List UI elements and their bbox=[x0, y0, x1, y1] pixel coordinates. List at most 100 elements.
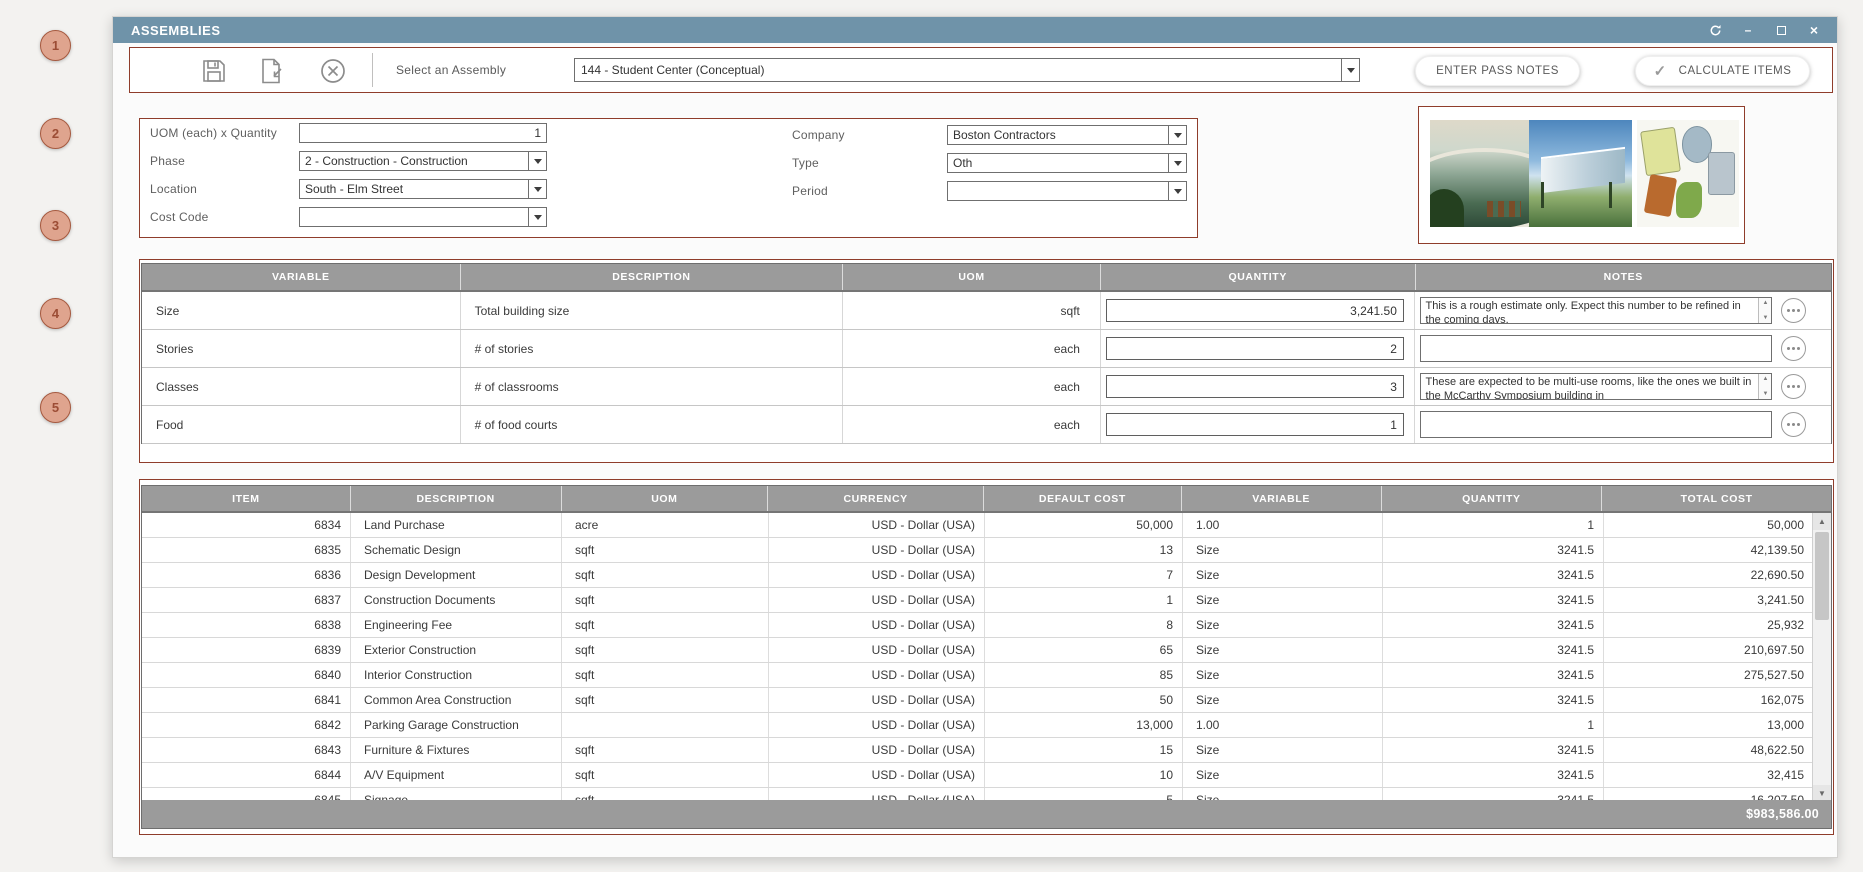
notes-ellipsis-button[interactable] bbox=[1781, 412, 1807, 437]
item-row-6835[interactable]: 6835 Schematic Design sqft USD - Dollar (US… bbox=[142, 538, 1814, 563]
export-document-icon[interactable] bbox=[257, 57, 285, 85]
items-scrollbar[interactable]: ▲ ▼ bbox=[1812, 513, 1831, 802]
assembly-dropdown[interactable]: 144 - Student Center (Conceptual) bbox=[574, 58, 1360, 82]
cost-code-select-arrow[interactable] bbox=[528, 208, 546, 226]
variable-quantity-input[interactable] bbox=[1105, 299, 1404, 322]
item-cell: 6839 bbox=[142, 638, 351, 662]
item-cell: 162,075 bbox=[1604, 688, 1814, 712]
item-cell: 10 bbox=[985, 763, 1183, 787]
maximize-button[interactable] bbox=[1774, 23, 1788, 37]
item-cell: 13,000 bbox=[1604, 713, 1814, 737]
type-select[interactable]: Oth bbox=[947, 153, 1187, 173]
variable-description: # of classrooms bbox=[461, 368, 844, 405]
item-row-6840[interactable]: 6840 Interior Construction sqft USD - Dolla… bbox=[142, 663, 1814, 688]
chevron-down-icon bbox=[1173, 132, 1182, 138]
item-cell: 210,697.50 bbox=[1604, 638, 1814, 662]
period-select-arrow[interactable] bbox=[1168, 182, 1186, 200]
item-cell: Furniture & Fixtures bbox=[351, 738, 562, 762]
variable-quantity-input[interactable] bbox=[1105, 337, 1404, 360]
column-header-total-cost: TOTAL COST bbox=[1680, 492, 1753, 505]
variable-row-stories: Stories # of stories each bbox=[142, 330, 1831, 368]
phase-select[interactable]: 2 - Construction - Construction bbox=[299, 151, 547, 171]
item-row-6836[interactable]: 6836 Design Development sqft USD - Dollar (… bbox=[142, 563, 1814, 588]
refresh-icon[interactable] bbox=[1708, 23, 1722, 37]
item-cell: 3241.5 bbox=[1383, 763, 1604, 787]
variable-notes-input[interactable]: These are expected to be multi-use rooms… bbox=[1420, 373, 1773, 400]
column-header-description: DESCRIPTION bbox=[461, 264, 844, 290]
item-cell: 3241.5 bbox=[1383, 613, 1604, 637]
item-cell: Size bbox=[1183, 613, 1383, 637]
variable-notes-text: These are expected to be multi-use rooms… bbox=[1425, 376, 1752, 400]
minimize-button[interactable]: – bbox=[1741, 23, 1755, 37]
floor-plan-drawing bbox=[1637, 120, 1739, 227]
item-row-6841[interactable]: 6841 Common Area Construction sqft USD - Do… bbox=[142, 688, 1814, 713]
variable-uom: each bbox=[843, 330, 1101, 367]
scroll-up-icon[interactable]: ▲ bbox=[1763, 376, 1769, 382]
item-cell: Exterior Construction bbox=[351, 638, 562, 662]
item-cell: 6841 bbox=[142, 688, 351, 712]
item-row-6838[interactable]: 6838 Engineering Fee sqft USD - Dollar (USA… bbox=[142, 613, 1814, 638]
scroll-down-icon[interactable]: ▼ bbox=[1763, 315, 1769, 321]
variables-section: VARIABLE DESCRIPTION UOM QUANTITY NOTES Size… bbox=[139, 259, 1834, 463]
notes-ellipsis-button[interactable] bbox=[1781, 336, 1807, 361]
item-row-6844[interactable]: 6844 A/V Equipment sqft USD - Dollar (USA) 1… bbox=[142, 763, 1814, 788]
item-row-6837[interactable]: 6837 Construction Documents sqft USD - Doll… bbox=[142, 588, 1814, 613]
items-section: ITEM DESCRIPTION UOM CURRENCY DEFAULT COST VA… bbox=[139, 479, 1834, 835]
variable-notes-input[interactable]: This is a rough estimate only. Expect th… bbox=[1420, 297, 1773, 324]
variable-notes-input[interactable] bbox=[1420, 411, 1773, 438]
toolbar: Select an Assembly 144 - Student Center … bbox=[129, 47, 1833, 93]
location-select[interactable]: South - Elm Street bbox=[299, 179, 547, 199]
notes-scrollbar[interactable]: ▲ ▼ bbox=[1758, 298, 1772, 323]
scroll-up-icon[interactable]: ▲ bbox=[1763, 300, 1769, 306]
item-row-6842[interactable]: 6842 Parking Garage Construction USD - Dol… bbox=[142, 713, 1814, 738]
assembly-dropdown-arrow[interactable] bbox=[1341, 59, 1359, 81]
item-cell: 6835 bbox=[142, 538, 351, 562]
item-cell: 275,527.50 bbox=[1604, 663, 1814, 687]
item-cell: 1 bbox=[1383, 513, 1604, 537]
phase-select-arrow[interactable] bbox=[528, 152, 546, 170]
enter-pass-notes-button[interactable]: ENTER PASS NOTES bbox=[1415, 56, 1580, 86]
cost-code-select[interactable] bbox=[299, 207, 547, 227]
item-cell: 22,690.50 bbox=[1604, 563, 1814, 587]
type-value: Oth bbox=[953, 156, 973, 170]
variable-notes-input[interactable] bbox=[1420, 335, 1773, 362]
item-cell: sqft bbox=[562, 763, 769, 787]
scroll-down-icon[interactable]: ▼ bbox=[1763, 391, 1769, 397]
items-total: $983,586.00 bbox=[142, 800, 1831, 828]
variable-notes-cell bbox=[1415, 330, 1831, 367]
type-select-arrow[interactable] bbox=[1168, 154, 1186, 172]
period-select[interactable] bbox=[947, 181, 1187, 201]
close-button[interactable]: × bbox=[1807, 23, 1821, 37]
notes-scrollbar[interactable]: ▲ ▼ bbox=[1758, 374, 1772, 399]
item-cell: 3,241.50 bbox=[1604, 588, 1814, 612]
scroll-up-icon[interactable]: ▲ bbox=[1813, 513, 1831, 530]
assemblies-window: ASSEMBLIES – × Select an Assembly 144 - … bbox=[112, 16, 1838, 858]
item-cell bbox=[562, 713, 769, 737]
uom-quantity-input[interactable] bbox=[299, 123, 547, 143]
item-cell: Design Development bbox=[351, 563, 562, 587]
item-row-6843[interactable]: 6843 Furniture & Fixtures sqft USD - Dollar… bbox=[142, 738, 1814, 763]
variable-quantity-input[interactable] bbox=[1105, 413, 1404, 436]
variables-table-header: VARIABLE DESCRIPTION UOM QUANTITY NOTES bbox=[142, 264, 1831, 292]
variable-name: Classes bbox=[142, 368, 461, 405]
item-cell: 6844 bbox=[142, 763, 351, 787]
item-cell: 6836 bbox=[142, 563, 351, 587]
window-titlebar[interactable]: ASSEMBLIES – × bbox=[113, 17, 1837, 43]
item-cell: 3241.5 bbox=[1383, 563, 1604, 587]
save-icon[interactable] bbox=[200, 57, 228, 85]
item-row-6834[interactable]: 6834 Land Purchase acre USD - Dollar (USA) 5… bbox=[142, 513, 1814, 538]
company-select[interactable]: Boston Contractors bbox=[947, 125, 1187, 145]
calculate-items-button[interactable]: ✓ CALCULATE ITEMS bbox=[1635, 56, 1810, 86]
location-select-arrow[interactable] bbox=[528, 180, 546, 198]
scrollbar-thumb[interactable] bbox=[1815, 532, 1829, 620]
notes-ellipsis-button[interactable] bbox=[1781, 298, 1807, 323]
item-cell: 6840 bbox=[142, 663, 351, 687]
company-label: Company bbox=[792, 128, 845, 142]
cancel-icon[interactable] bbox=[319, 57, 347, 85]
item-row-6839[interactable]: 6839 Exterior Construction sqft USD - Dolla… bbox=[142, 638, 1814, 663]
location-label: Location bbox=[150, 182, 197, 196]
variable-quantity-input[interactable] bbox=[1105, 375, 1404, 398]
company-select-arrow[interactable] bbox=[1168, 126, 1186, 144]
notes-ellipsis-button[interactable] bbox=[1781, 374, 1807, 399]
items-table: ITEM DESCRIPTION UOM CURRENCY DEFAULT COST VA… bbox=[141, 485, 1832, 829]
